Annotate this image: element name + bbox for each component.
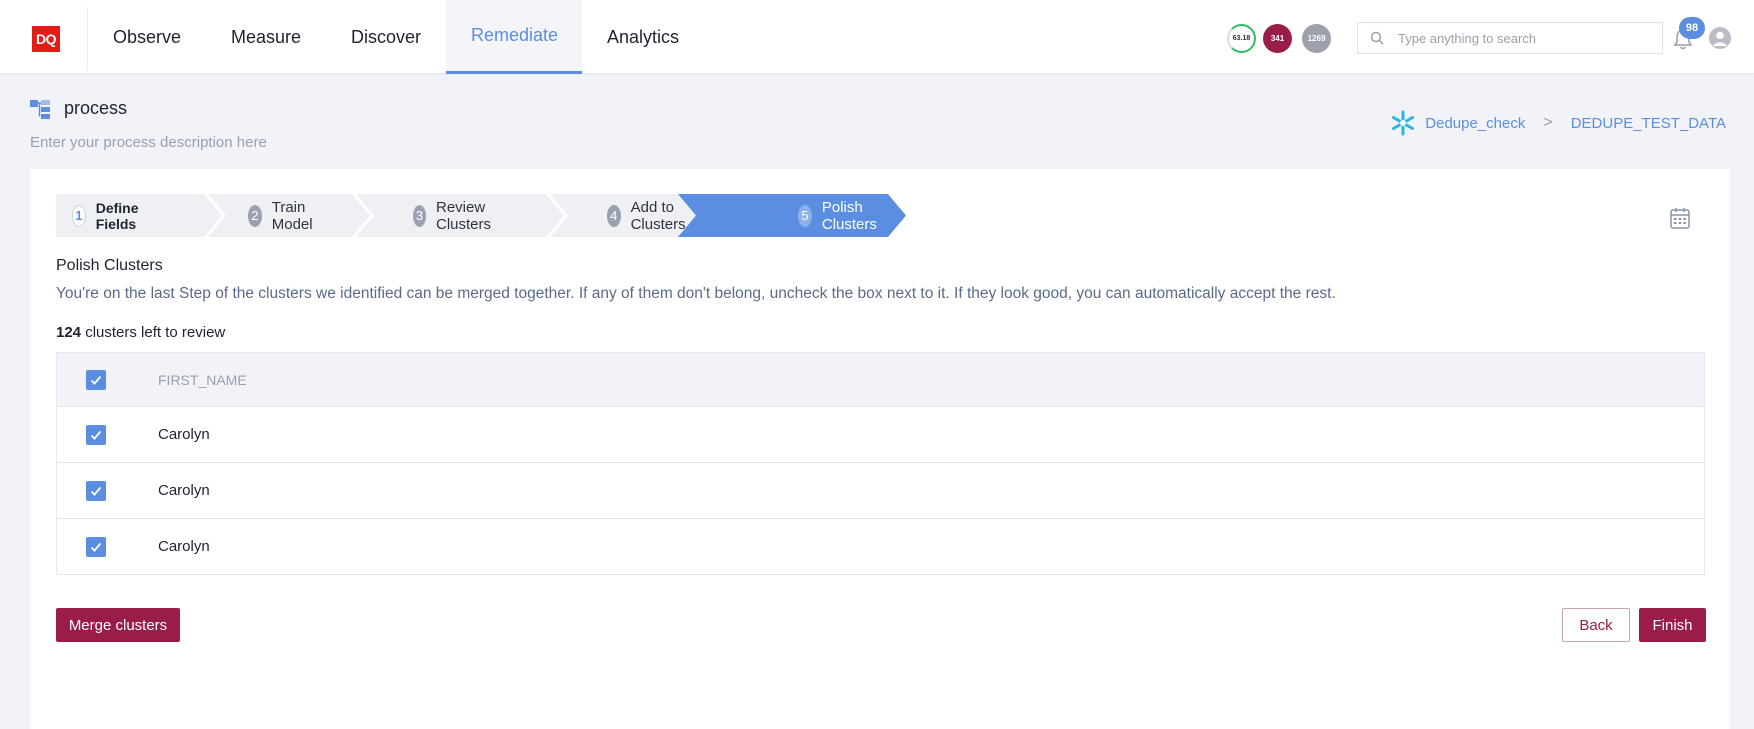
clusters-left-count: 124 clusters left to review [56, 324, 225, 341]
calendar-icon[interactable] [1670, 207, 1690, 229]
global-search[interactable] [1357, 22, 1663, 54]
breadcrumb-separator: > [1543, 114, 1553, 131]
user-icon [1712, 31, 1728, 46]
row-checkbox[interactable] [86, 480, 106, 501]
breadcrumb: Dedupe_check > DEDUPE_TEST_DATA [1390, 110, 1726, 136]
check-icon [90, 542, 102, 552]
cell-first-name: Carolyn [158, 482, 210, 499]
clusters-table: FIRST_NAME Carolyn Carolyn Carolyn [56, 352, 1705, 575]
step-label: Define Fields [95, 199, 139, 232]
table-row: Carolyn [57, 406, 1704, 462]
cell-first-name: Carolyn [158, 426, 210, 443]
score-badge-total[interactable]: 1269 [1302, 24, 1331, 53]
check-icon [90, 430, 102, 440]
page-title[interactable]: process [64, 98, 127, 119]
step-add-to-clusters[interactable]: 4 Add to Clusters [607, 194, 694, 237]
notification-badge[interactable]: 98 [1679, 17, 1705, 39]
row-checkbox[interactable] [86, 536, 106, 557]
row-checkbox[interactable] [86, 424, 106, 445]
table-header: FIRST_NAME [57, 353, 1704, 406]
breadcrumb-dataset[interactable]: DEDUPE_TEST_DATA [1571, 115, 1726, 132]
search-input[interactable] [1398, 30, 1628, 46]
score-badge-quality[interactable]: 63.18 [1227, 24, 1256, 53]
score-badge-issues[interactable]: 341 [1263, 24, 1292, 53]
step-define-fields[interactable]: 1 Define Fields [72, 194, 147, 237]
nav-discover[interactable]: Discover [326, 0, 446, 74]
step-label: Add to Clusters [630, 198, 686, 233]
nav-remediate[interactable]: Remediate [446, 0, 582, 74]
section-description: You're on the last Step of the clusters … [56, 285, 1336, 302]
table-row: Carolyn [57, 518, 1704, 574]
step-polish-clusters[interactable]: 5 Polish Clusters [798, 194, 885, 237]
step-label: Review Clusters [436, 198, 492, 233]
snowflake-icon [1392, 110, 1415, 136]
clusters-left-label: clusters left to review [81, 324, 226, 341]
step-train-model[interactable]: 2 Train Model [248, 194, 321, 237]
section-title: Polish Clusters [56, 257, 163, 274]
step-number: 4 [607, 204, 621, 227]
breadcrumb-source[interactable]: Dedupe_check [1425, 115, 1525, 132]
clusters-left-number: 124 [56, 324, 82, 341]
top-navbar: DQ Observe Measure Discover Remediate An… [0, 0, 1754, 74]
check-icon [90, 486, 102, 496]
nav-analytics[interactable]: Analytics [582, 0, 704, 74]
step-number: 1 [72, 204, 86, 227]
wizard-card: 1 Define Fields 2 Train Model 3 Review C… [30, 169, 1730, 729]
step-number: 2 [248, 204, 262, 227]
step-number: 5 [798, 204, 812, 227]
merge-clusters-button[interactable]: Merge clusters [56, 608, 180, 642]
step-review-clusters[interactable]: 3 Review Clusters [413, 194, 500, 237]
avatar[interactable] [1709, 27, 1731, 49]
nav-measure[interactable]: Measure [206, 0, 326, 74]
nav-observe[interactable]: Observe [88, 0, 206, 74]
process-description[interactable]: Enter your process description here [30, 134, 267, 151]
dq-logo[interactable]: DQ [32, 26, 60, 52]
finish-button[interactable]: Finish [1639, 608, 1706, 642]
search-icon [1368, 29, 1386, 47]
step-label: Train Model [271, 198, 313, 233]
check-icon [90, 375, 102, 385]
process-icon [30, 100, 50, 119]
cell-first-name: Carolyn [158, 538, 210, 555]
table-row: Carolyn [57, 462, 1704, 518]
back-button[interactable]: Back [1562, 608, 1630, 642]
step-label: Polish Clusters [821, 198, 877, 233]
step-number: 3 [413, 204, 426, 227]
column-header-first-name[interactable]: FIRST_NAME [158, 372, 247, 388]
select-all-checkbox[interactable] [86, 369, 106, 390]
